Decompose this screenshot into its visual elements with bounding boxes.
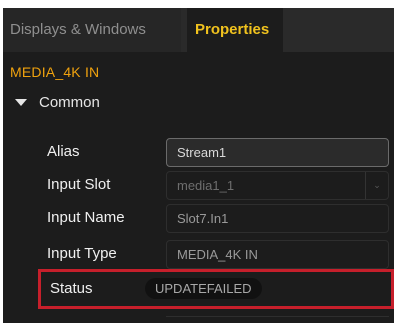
property-row-input-name: Input Name Slot7.In1 xyxy=(3,202,394,234)
alias-label: Alias xyxy=(47,143,80,160)
input-name-field: Slot7.In1 xyxy=(166,204,389,233)
status-label: Status xyxy=(50,280,93,297)
input-name-label: Input Name xyxy=(47,209,125,226)
input-type-field: MEDIA_4K IN xyxy=(166,240,389,269)
section-title: MEDIA_4K IN xyxy=(10,64,100,80)
input-type-label: Input Type xyxy=(47,245,117,262)
alias-field[interactable]: Stream1 xyxy=(166,138,389,167)
group-header-common[interactable]: Common xyxy=(15,92,100,114)
tab-properties[interactable]: Properties xyxy=(187,8,283,52)
tab-displays-windows[interactable]: Displays & Windows xyxy=(3,8,181,52)
caret-down-icon[interactable] xyxy=(15,98,27,106)
status-highlight-box: Status UPDATEFAILED xyxy=(38,269,394,309)
property-row-alias: Alias Stream1 xyxy=(3,136,394,168)
next-field-edge xyxy=(166,316,389,323)
property-row-status: Status UPDATEFAILED xyxy=(6,272,394,306)
input-slot-select[interactable]: media1_1 ⌄ xyxy=(166,171,389,200)
properties-panel: Displays & Windows Properties MEDIA_4K I… xyxy=(3,8,394,323)
input-slot-value: media1_1 xyxy=(177,178,235,193)
input-slot-label: Input Slot xyxy=(47,176,111,193)
status-field: UPDATEFAILED xyxy=(134,273,354,302)
group-label: Common xyxy=(39,94,100,111)
status-badge: UPDATEFAILED xyxy=(145,278,262,299)
tab-bar: Displays & Windows Properties xyxy=(3,8,394,52)
property-row-input-type: Input Type MEDIA_4K IN xyxy=(3,238,394,270)
chevron-down-icon[interactable]: ⌄ xyxy=(365,172,388,199)
property-row-input-slot: Input Slot media1_1 ⌄ xyxy=(3,169,394,201)
